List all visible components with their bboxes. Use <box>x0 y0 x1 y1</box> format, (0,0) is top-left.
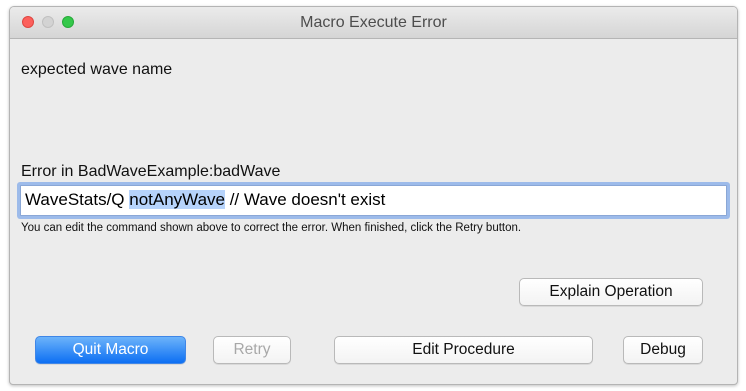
explain-operation-button[interactable]: Explain Operation <box>519 278 703 306</box>
title-bar[interactable]: Macro Execute Error <box>10 7 737 39</box>
window-title: Macro Execute Error <box>300 14 447 31</box>
error-location-label: Error in BadWaveExample:badWave <box>21 163 281 180</box>
help-text: You can edit the command shown above to … <box>21 222 522 234</box>
edit-procedure-button[interactable]: Edit Procedure <box>334 336 593 364</box>
quit-macro-button[interactable]: Quit Macro <box>35 336 186 364</box>
macro-execute-error-dialog: Macro Execute Error expected wave name E… <box>9 6 738 385</box>
command-text-after: // Wave doesn't exist <box>224 190 386 209</box>
error-message: expected wave name <box>21 61 173 78</box>
command-selected-text: notAnyWave <box>129 190 225 209</box>
command-input[interactable]: WaveStats/Q notAnyWave // Wave doesn't e… <box>20 185 727 216</box>
command-text-before: WaveStats/Q <box>25 190 130 209</box>
retry-button[interactable]: Retry <box>213 336 291 364</box>
debug-button[interactable]: Debug <box>623 336 703 364</box>
